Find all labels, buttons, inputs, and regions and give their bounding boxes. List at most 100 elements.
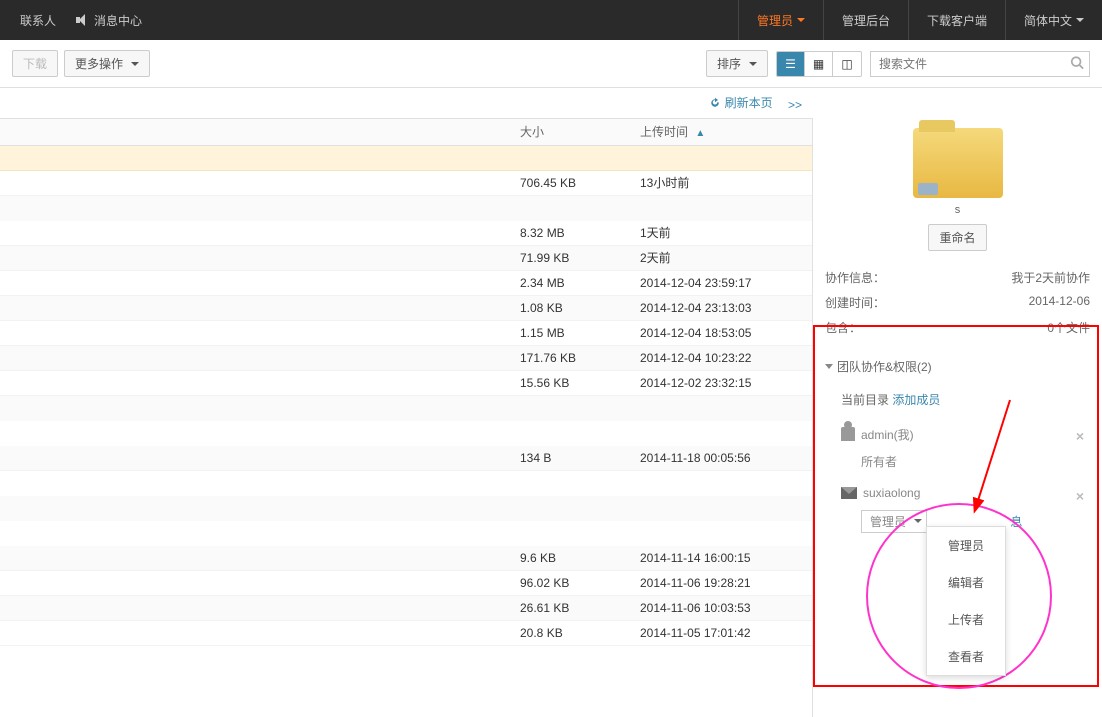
- chevron-down-icon: [749, 62, 757, 66]
- nav-backend-label: 管理后台: [842, 12, 890, 29]
- table-row[interactable]: [0, 421, 812, 446]
- cell-size: 15.56 KB: [512, 376, 632, 390]
- table-row[interactable]: 20.8 KB2014-11-05 17:01:42: [0, 621, 812, 646]
- cell-size: 96.02 KB: [512, 576, 632, 590]
- nav-contacts-label: 联系人: [20, 12, 56, 29]
- table-row[interactable]: [0, 396, 812, 421]
- cell-size: 1.15 MB: [512, 326, 632, 340]
- table-row[interactable]: 706.45 KB13小时前: [0, 171, 812, 196]
- refresh-link[interactable]: 刷新本页: [709, 94, 773, 111]
- cell-size: 20.8 KB: [512, 626, 632, 640]
- cell-time: 2014-11-14 16:00:15: [632, 551, 812, 565]
- dropdown-item[interactable]: 管理员: [927, 527, 1005, 564]
- col-time-label: 上传时间: [640, 125, 688, 139]
- add-member-link[interactable]: 添加成员: [892, 393, 940, 407]
- add-member-row: 当前目录 添加成员: [825, 381, 1090, 418]
- table-row[interactable]: 26.61 KB2014-11-06 10:03:53: [0, 596, 812, 621]
- table-row[interactable]: 1.08 KB2014-12-04 23:13:03: [0, 296, 812, 321]
- remove-member-button[interactable]: ×: [1076, 488, 1084, 504]
- user-icon: [841, 427, 855, 441]
- col-size-header[interactable]: 大小: [512, 123, 632, 140]
- member-name: suxiaolong: [863, 486, 920, 500]
- cell-time: 2014-12-04 23:59:17: [632, 276, 812, 290]
- chevron-down-icon: [131, 62, 139, 66]
- current-dir-label: 当前目录: [841, 393, 889, 407]
- table-row[interactable]: 2.34 MB2014-12-04 23:59:17: [0, 271, 812, 296]
- nav-messages[interactable]: 消息中心: [76, 12, 142, 29]
- table-row[interactable]: [0, 146, 812, 171]
- nav-backend[interactable]: 管理后台: [823, 0, 908, 40]
- info-created: 创建时间： 2014-12-06: [825, 290, 1090, 315]
- cell-size: 1.08 KB: [512, 301, 632, 315]
- table-row[interactable]: 15.56 KB2014-12-02 23:32:15: [0, 371, 812, 396]
- download-label: 下载: [23, 55, 47, 72]
- info-contains: 包含： 0个文件: [825, 315, 1090, 340]
- table-row[interactable]: 171.76 KB2014-12-04 10:23:22: [0, 346, 812, 371]
- remove-member-button[interactable]: ×: [1076, 428, 1084, 444]
- view-grid-small-button[interactable]: ▦: [805, 52, 833, 76]
- refresh-more-link[interactable]: >>: [788, 98, 802, 112]
- cell-time: 2天前: [632, 249, 812, 266]
- folder-thumbnail: s: [825, 128, 1090, 216]
- col-time-header[interactable]: 上传时间 ▲: [632, 123, 812, 140]
- more-ops-label: 更多操作: [75, 55, 123, 72]
- cell-time: 2014-11-06 19:28:21: [632, 576, 812, 590]
- speaker-icon: [76, 14, 88, 26]
- table-row[interactable]: [0, 471, 812, 496]
- role-select[interactable]: 管理员: [861, 510, 927, 533]
- search-input[interactable]: [870, 51, 1090, 77]
- view-list-button[interactable]: ☰: [777, 52, 805, 76]
- table-row[interactable]: 71.99 KB2天前: [0, 246, 812, 271]
- team-header[interactable]: 团队协作&权限(2): [825, 352, 1090, 381]
- refresh-bar: 刷新本页 >>: [0, 88, 1102, 118]
- refresh-label: 刷新本页: [725, 94, 773, 111]
- cell-size: 2.34 MB: [512, 276, 632, 290]
- nav-admin[interactable]: 管理员: [738, 0, 823, 40]
- table-row[interactable]: 96.02 KB2014-11-06 19:28:21: [0, 571, 812, 596]
- nav-contacts[interactable]: 联系人: [20, 12, 56, 29]
- cell-size: 26.61 KB: [512, 601, 632, 615]
- collab-label: 协作信息：: [825, 269, 885, 286]
- cell-size: 71.99 KB: [512, 251, 632, 265]
- chevron-down-icon: [914, 519, 922, 523]
- dropdown-item[interactable]: 查看者: [927, 638, 1005, 675]
- member-name: admin(我): [861, 426, 914, 443]
- table-row[interactable]: 1.15 MB2014-12-04 18:53:05: [0, 321, 812, 346]
- table-row[interactable]: 134 B2014-11-18 00:05:56: [0, 446, 812, 471]
- table-body: 706.45 KB13小时前8.32 MB1天前71.99 KB2天前2.34 …: [0, 146, 812, 646]
- cell-size: 134 B: [512, 451, 632, 465]
- folder-name: s: [825, 204, 1090, 216]
- sort-button[interactable]: 排序: [706, 50, 768, 77]
- cell-time: 1天前: [632, 224, 812, 241]
- cell-size: 9.6 KB: [512, 551, 632, 565]
- nav-language[interactable]: 简体中文: [1005, 0, 1102, 40]
- table-row[interactable]: [0, 196, 812, 221]
- cell-time: 2014-12-04 10:23:22: [632, 351, 812, 365]
- chevron-down-icon: [1076, 18, 1084, 22]
- dropdown-item[interactable]: 上传者: [927, 601, 1005, 638]
- rename-button[interactable]: 重命名: [928, 224, 986, 251]
- cell-size: 706.45 KB: [512, 176, 632, 190]
- nav-download-client[interactable]: 下载客户端: [908, 0, 1005, 40]
- table-row[interactable]: [0, 496, 812, 521]
- team-permissions-section: 团队协作&权限(2) 当前目录 添加成员 admin(我) 所有者 × suxi…: [825, 352, 1090, 541]
- view-grid-large-button[interactable]: ◫: [833, 52, 861, 76]
- download-button[interactable]: 下载: [12, 50, 58, 77]
- chevron-down-icon: [825, 364, 833, 369]
- table-row[interactable]: [0, 521, 812, 546]
- cell-time: 2014-11-06 10:03:53: [632, 601, 812, 615]
- folder-icon: [913, 128, 1003, 198]
- view-switch: ☰ ▦ ◫: [776, 51, 862, 77]
- search-icon[interactable]: [1070, 55, 1084, 72]
- table-row[interactable]: 8.32 MB1天前: [0, 221, 812, 246]
- role-dropdown: 管理员编辑者上传者查看者: [926, 526, 1006, 676]
- nav-messages-label: 消息中心: [94, 12, 142, 29]
- table-row[interactable]: 9.6 KB2014-11-14 16:00:15: [0, 546, 812, 571]
- contains-value: 0个文件: [1047, 319, 1090, 336]
- more-ops-button[interactable]: 更多操作: [64, 50, 150, 77]
- file-listing: 大小 上传时间 ▲ 706.45 KB13小时前8.32 MB1天前71.99 …: [0, 118, 812, 717]
- detail-link[interactable]: 息: [1010, 515, 1022, 529]
- dropdown-item[interactable]: 编辑者: [927, 564, 1005, 601]
- toolbar: 下载 更多操作 排序 ☰ ▦ ◫: [0, 40, 1102, 88]
- created-label: 创建时间：: [825, 294, 885, 311]
